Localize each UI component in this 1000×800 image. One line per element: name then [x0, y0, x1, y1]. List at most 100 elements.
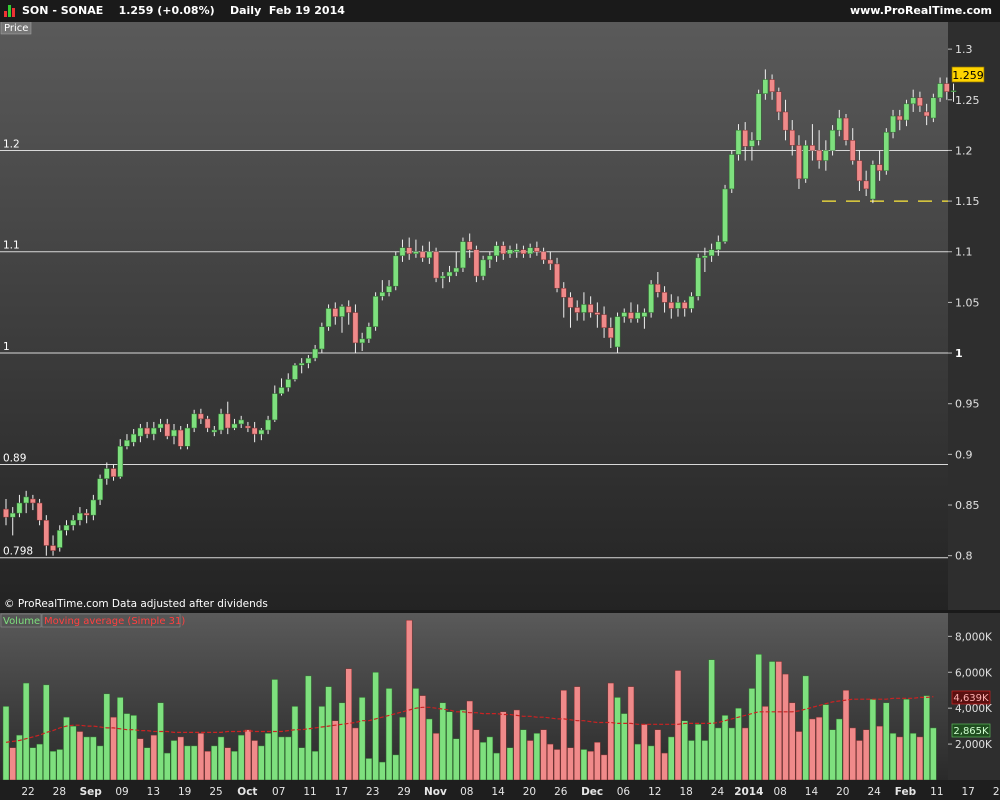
volume-bar: [345, 668, 352, 781]
volume-bar: [506, 747, 514, 781]
price-panel[interactable]: 1.2 1.1 1 0.89 0.798 1.3 1.25 1.2 1.15 1.1 1.05 1 0…: [0, 22, 985, 610]
volume-bar: [123, 713, 131, 781]
volume-bar: [869, 698, 877, 781]
candle-body: [97, 478, 103, 501]
volume-bar: [493, 752, 500, 781]
volume-bar: [930, 727, 937, 781]
candle-body: [191, 413, 198, 429]
volume-bar: [634, 743, 641, 781]
candle-body: [486, 255, 493, 261]
time-tick-label: 18: [679, 786, 692, 798]
volume-bar: [432, 733, 440, 781]
volume-bar: [849, 727, 856, 781]
volume-bar: [688, 740, 695, 781]
volume-bar: [654, 729, 662, 781]
candle-body: [292, 364, 298, 380]
time-tick-label: 20: [523, 786, 536, 798]
volume-bar: [755, 654, 762, 781]
volume-bar: [318, 706, 326, 781]
candle-body: [695, 257, 702, 297]
candle-body: [278, 387, 285, 394]
candle-body: [534, 247, 540, 252]
candle-body: [258, 429, 265, 435]
horizontal-line-label: 0.798: [3, 546, 33, 558]
candle-body: [164, 423, 171, 437]
volume-bar: [224, 747, 232, 781]
volume-bar: [170, 740, 178, 781]
candle-body: [386, 285, 392, 293]
candle-body: [883, 131, 890, 171]
candle-body: [554, 263, 560, 289]
panel-separator[interactable]: [0, 610, 1000, 613]
volume-bar: [332, 720, 339, 781]
candle-body: [567, 297, 574, 308]
time-tick-label: Feb: [895, 786, 917, 798]
horizontal-line-label: 1.2: [3, 138, 20, 150]
volume-bar: [782, 673, 789, 781]
instrument-header: SON - SONAE 1.259 (+0.08%) Daily Feb 19 …: [22, 4, 345, 17]
candle-body: [312, 348, 318, 359]
price-volume-chart[interactable]: 1.2 1.1 1 0.89 0.798 1.3 1.25 1.2 1.15 1.1 1.05 1 0…: [0, 22, 1000, 800]
volume-bar: [177, 736, 184, 781]
ma-label: Moving average (Simple 31): [44, 616, 185, 627]
candle-body: [150, 427, 157, 435]
candle-body: [480, 259, 486, 277]
volume-bar: [567, 747, 574, 781]
volume-bar: [627, 686, 635, 781]
candle-body: [130, 433, 137, 443]
volume-bar: [143, 747, 151, 781]
volume-tag: 2,865K: [953, 726, 989, 737]
candle-body: [816, 150, 822, 161]
candle-body: [661, 292, 668, 303]
price-panel-background: [0, 22, 948, 610]
candle-body: [271, 393, 278, 421]
time-tick-label: 28: [53, 786, 66, 798]
time-tick-label: 25: [209, 786, 222, 798]
candle-body: [50, 545, 56, 551]
volume-bar: [842, 689, 850, 781]
volume-bar: [190, 745, 198, 781]
volume-bar: [22, 682, 30, 781]
time-tick-label: 08: [773, 786, 786, 798]
candle-body: [30, 498, 36, 504]
candle-body: [493, 245, 500, 257]
volume-bar: [715, 727, 722, 781]
candle-body: [540, 251, 547, 261]
candle-body: [204, 418, 211, 429]
volume-bar: [264, 733, 272, 781]
candle-body: [406, 247, 413, 255]
time-tick-label: 11: [930, 786, 943, 798]
volume-bar: [741, 727, 749, 781]
candle-body: [433, 251, 439, 279]
candle-body: [339, 306, 345, 317]
volume-bar: [836, 718, 843, 781]
candle-body: [56, 530, 63, 548]
volume-bar: [419, 695, 426, 781]
candle-body: [782, 111, 789, 131]
volume-bar: [69, 725, 77, 781]
candle-body: [628, 312, 634, 319]
candle-body: [419, 251, 426, 259]
volume-bar: [150, 734, 158, 781]
candle-body: [950, 90, 957, 92]
site-url[interactable]: www.ProRealTime.com: [850, 4, 992, 17]
volume-panel[interactable]: 8,000K 6,000K 4,000K 2,000K Volume Moving a…: [0, 613, 993, 781]
volume-bar: [325, 686, 332, 781]
candle-body: [762, 79, 769, 94]
time-tick-label: 22: [21, 786, 34, 798]
time-tick-label: 09: [115, 786, 128, 798]
candle-body: [594, 312, 601, 315]
candle-body: [90, 499, 97, 516]
time-tick-label: 14: [805, 786, 819, 798]
time-tick-label: Nov: [424, 786, 447, 798]
volume-legend: Volume Moving average (Simple 31): [0, 613, 185, 628]
candle-body: [245, 425, 251, 429]
volume-bar: [298, 747, 305, 781]
volume-bar: [701, 740, 709, 781]
candle-body: [520, 249, 527, 255]
volume-bar: [916, 736, 924, 781]
time-tick-label: Dec: [581, 786, 603, 798]
candle-body: [560, 287, 567, 298]
candle-body: [198, 413, 204, 420]
volume-bar: [338, 702, 346, 781]
